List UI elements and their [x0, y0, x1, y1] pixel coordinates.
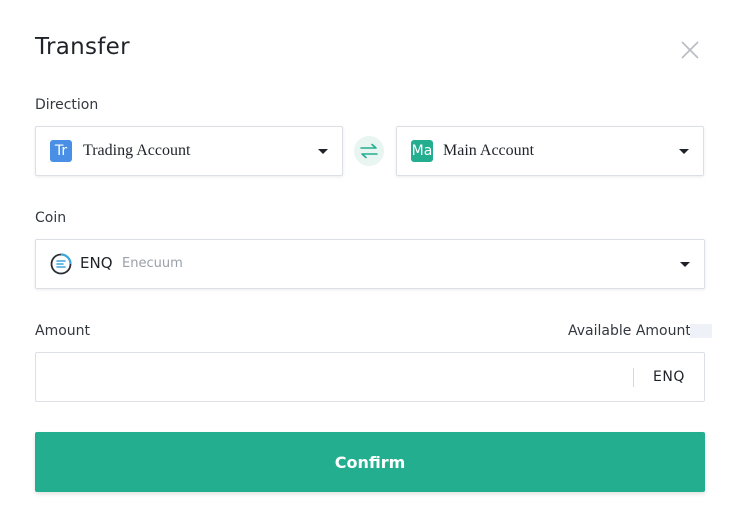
amount-divider	[633, 368, 634, 387]
close-button[interactable]	[676, 36, 704, 64]
swap-direction-button[interactable]	[354, 136, 384, 166]
coin-label: Coin	[35, 210, 67, 226]
amount-unit: ENQ	[653, 369, 685, 385]
from-account-name: Trading Account	[83, 142, 191, 159]
available-amount-label: Available Amount:	[568, 323, 696, 339]
to-account-select[interactable]: Ma Main Account	[396, 126, 704, 176]
direction-label: Direction	[35, 97, 99, 113]
chevron-down-icon	[680, 262, 690, 267]
chevron-down-icon	[318, 149, 328, 154]
chevron-down-icon	[679, 149, 689, 154]
confirm-button[interactable]: Confirm	[35, 432, 705, 492]
enecuum-coin-icon	[50, 253, 72, 275]
amount-input[interactable]	[46, 361, 630, 395]
from-account-select[interactable]: Tr Trading Account	[35, 126, 343, 176]
coin-symbol: ENQ	[80, 254, 113, 272]
amount-field[interactable]: ENQ	[35, 352, 705, 402]
close-icon	[681, 41, 699, 59]
dialog-title: Transfer	[35, 34, 130, 60]
to-account-name: Main Account	[443, 142, 535, 159]
swap-arrows-icon	[360, 143, 378, 159]
amount-label: Amount	[35, 323, 91, 339]
coin-full-name: Enecuum	[122, 256, 183, 271]
transfer-dialog: Transfer Direction Tr Trading Account Ma…	[0, 0, 734, 523]
trading-account-badge: Tr	[50, 140, 72, 162]
available-amount-value	[690, 324, 712, 338]
main-account-badge: Ma	[411, 140, 433, 162]
